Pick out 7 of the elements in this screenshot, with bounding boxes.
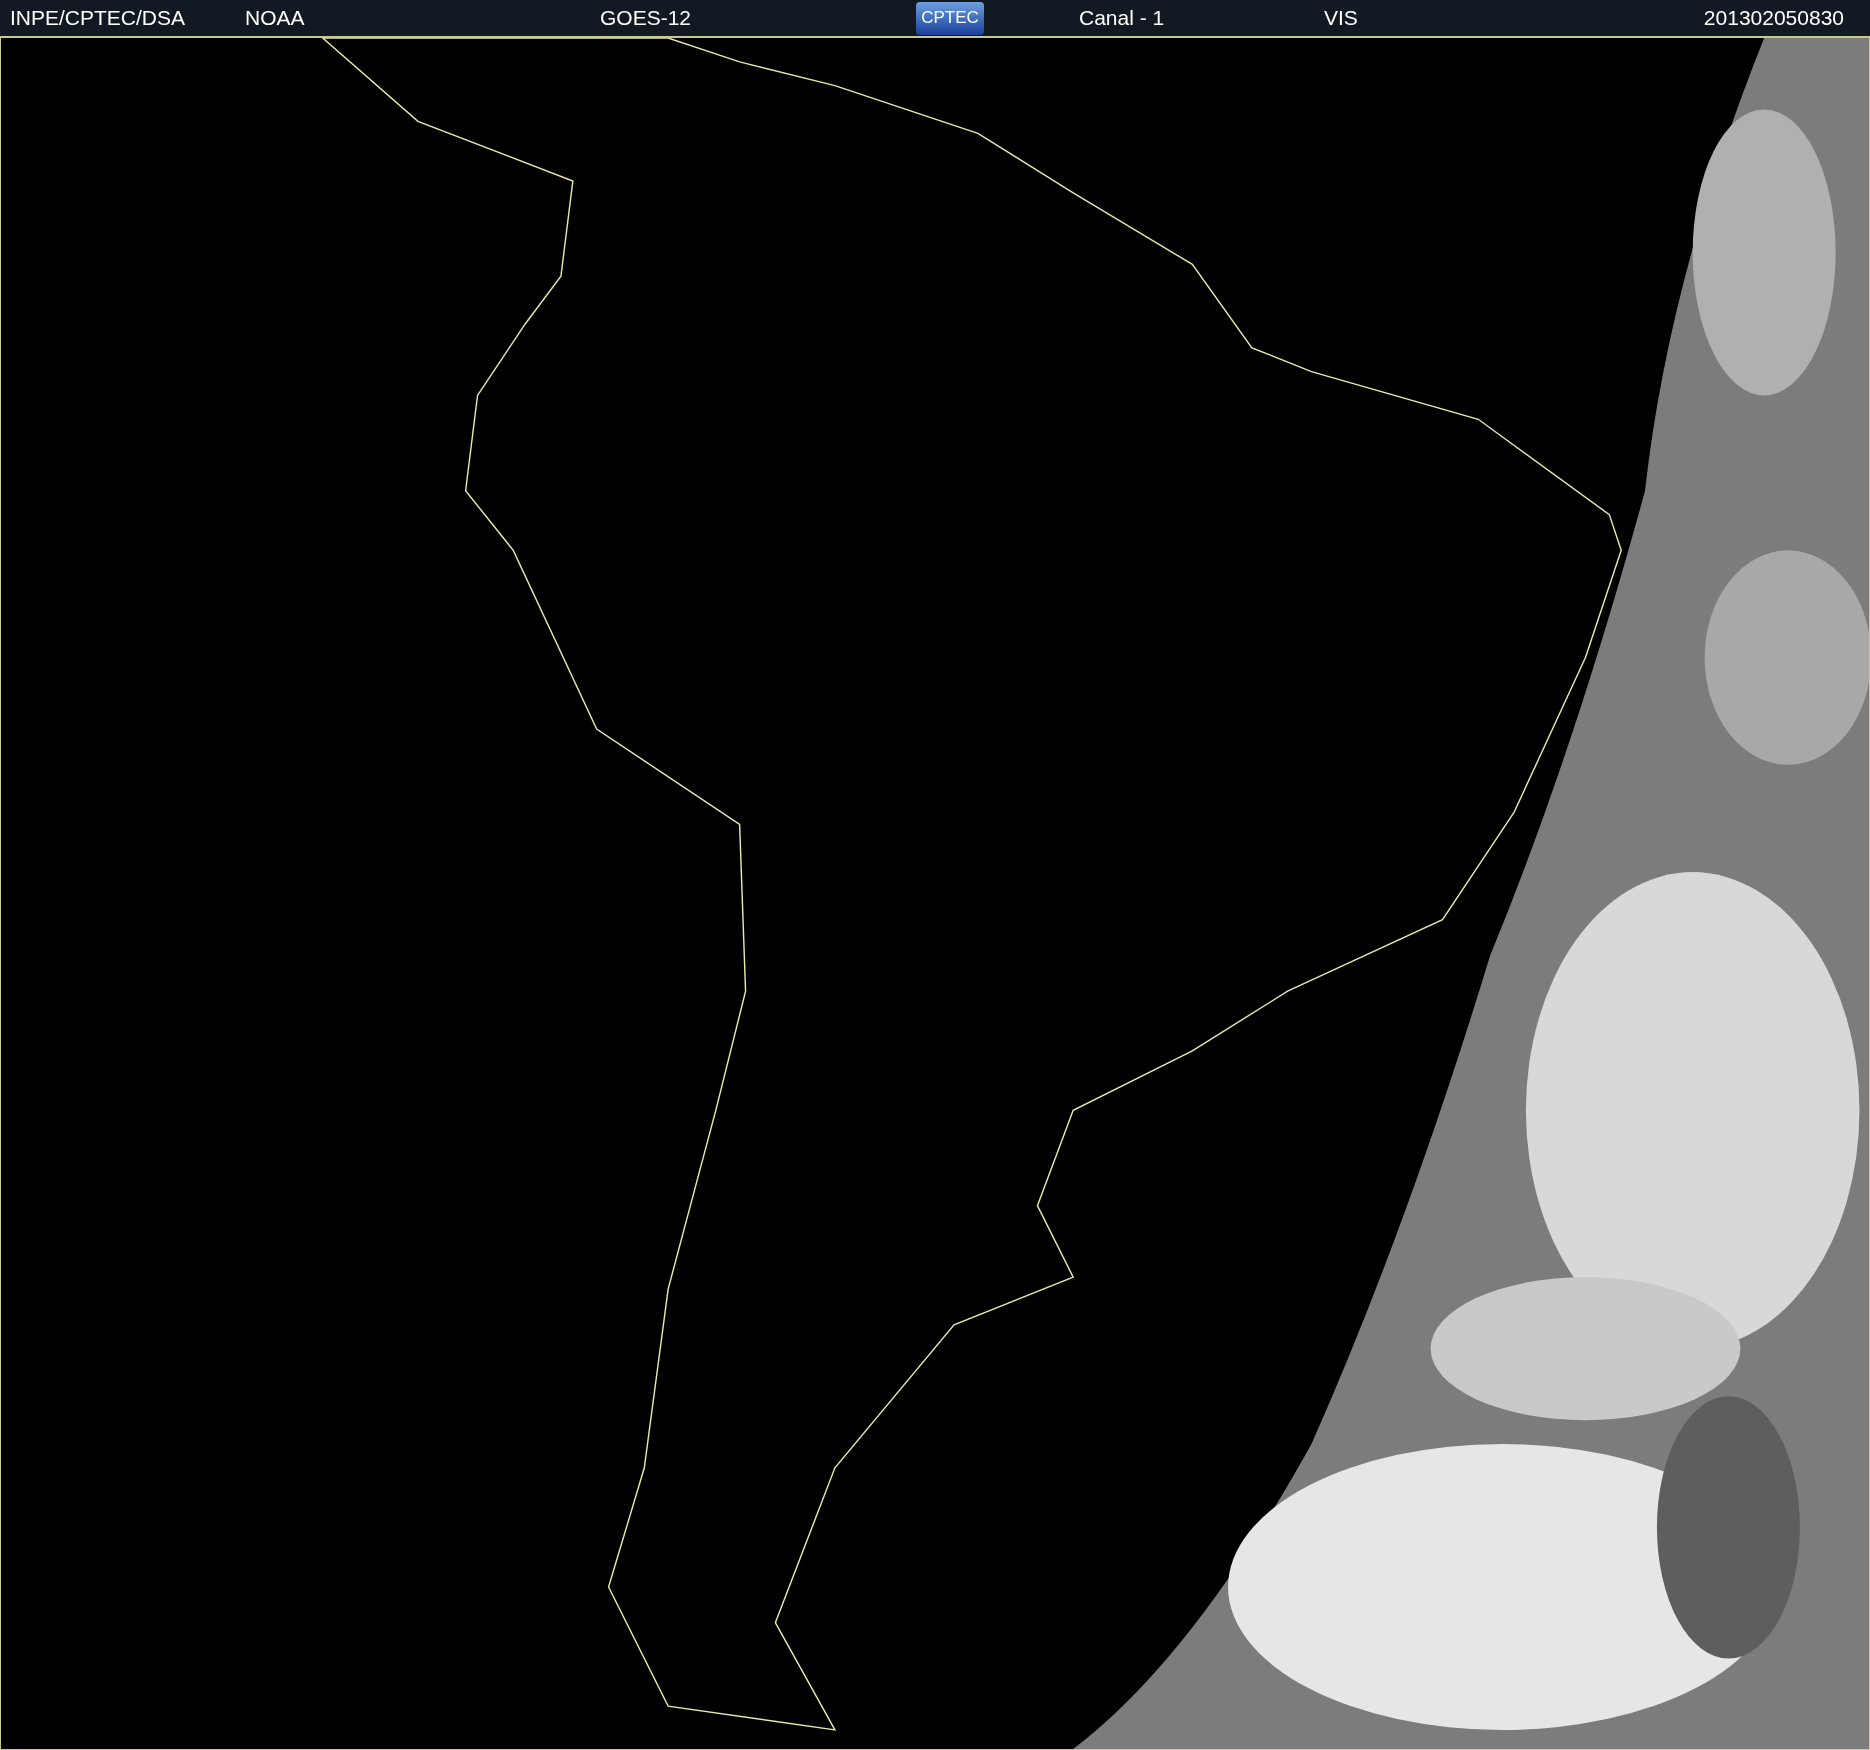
band-label: VIS [1324, 5, 1358, 32]
agency-label: NOAA [245, 5, 306, 32]
logo: CPTEC [916, 1, 984, 35]
satellite-label: GOES-12 [600, 5, 693, 32]
channel-label: Canal - 1 [1079, 5, 1166, 32]
source-label: INPE/CPTEC/DSA [10, 5, 187, 32]
timestamp-label: 201302050830 [1703, 5, 1844, 32]
